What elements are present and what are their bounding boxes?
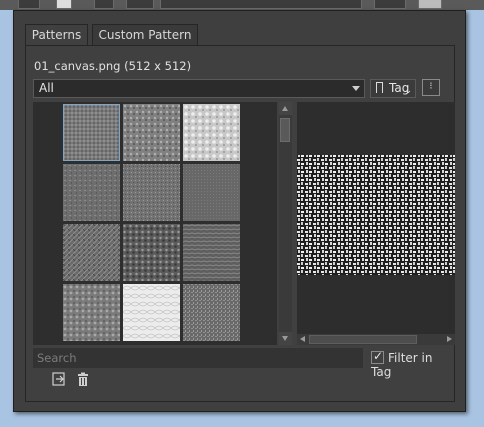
pattern-thumbnail[interactable]	[63, 104, 120, 161]
arrow-left-icon[interactable]	[300, 336, 305, 342]
pattern-thumbnail[interactable]	[183, 164, 240, 221]
scrollbar-handle[interactable]	[280, 118, 290, 142]
pattern-preview-image	[297, 155, 455, 275]
toolbar-color-icon[interactable]	[56, 0, 72, 9]
filter-in-tag-checkbox[interactable]: Filter in Tag	[371, 349, 454, 379]
preview-horizontal-scrollbar[interactable]	[297, 334, 455, 345]
toolbar-swatch-icon[interactable]	[418, 0, 442, 9]
scrollbar-handle[interactable]	[309, 335, 417, 344]
bookmark-icon	[376, 82, 383, 95]
toolbar-brush-icon[interactable]	[126, 0, 154, 9]
top-toolbar	[0, 0, 484, 10]
pattern-thumbnail[interactable]	[123, 104, 180, 161]
patterns-panel: 01_canvas.png (512 x 512) All Tag ⌄ ⁝ Se…	[25, 45, 455, 402]
resource-filename: 01_canvas.png (512 x 512)	[34, 59, 192, 73]
pattern-thumbnail-grid	[33, 102, 277, 345]
trash-icon[interactable]	[75, 371, 91, 387]
tab-custom-pattern[interactable]: Custom Pattern	[92, 24, 198, 45]
scroll-down-button[interactable]	[279, 332, 292, 345]
pattern-thumbnail[interactable]	[183, 224, 240, 281]
tag-filter-dropdown[interactable]: All	[33, 79, 365, 98]
arrow-up-icon	[282, 106, 288, 111]
tab-patterns[interactable]: Patterns	[25, 24, 88, 47]
pattern-thumbnail[interactable]	[183, 284, 240, 341]
info-icon[interactable]: ⁝	[422, 79, 440, 96]
toolbar-list-icon[interactable]	[94, 0, 114, 9]
arrow-right-icon[interactable]	[447, 336, 452, 342]
pattern-thumbnail[interactable]	[63, 224, 120, 281]
toolbar-button[interactable]	[18, 0, 40, 9]
pattern-chooser-popup: Patterns Custom Pattern 01_canvas.png (5…	[13, 10, 466, 412]
scroll-up-button[interactable]	[279, 102, 292, 115]
checkbox-icon[interactable]	[371, 349, 384, 364]
pattern-preview	[297, 102, 455, 335]
pattern-thumbnail[interactable]	[123, 164, 180, 221]
chevron-down-icon: ⌄	[404, 86, 412, 96]
pattern-thumbnail[interactable]	[63, 284, 120, 341]
chevron-down-icon	[352, 86, 360, 91]
toolbar-field[interactable]	[160, 0, 362, 9]
search-input[interactable]	[33, 348, 363, 368]
pattern-thumbnail[interactable]	[123, 224, 180, 281]
pattern-thumbnail[interactable]	[123, 284, 180, 341]
arrow-down-icon	[282, 336, 288, 341]
tag-button[interactable]: Tag ⌄	[370, 79, 416, 98]
import-icon[interactable]	[51, 371, 67, 387]
grid-vertical-scrollbar[interactable]	[279, 102, 292, 345]
tag-filter-value: All	[39, 81, 54, 95]
toolbar-button[interactable]	[374, 0, 406, 9]
pattern-thumbnail[interactable]	[63, 164, 120, 221]
pattern-thumbnail[interactable]	[183, 104, 240, 161]
